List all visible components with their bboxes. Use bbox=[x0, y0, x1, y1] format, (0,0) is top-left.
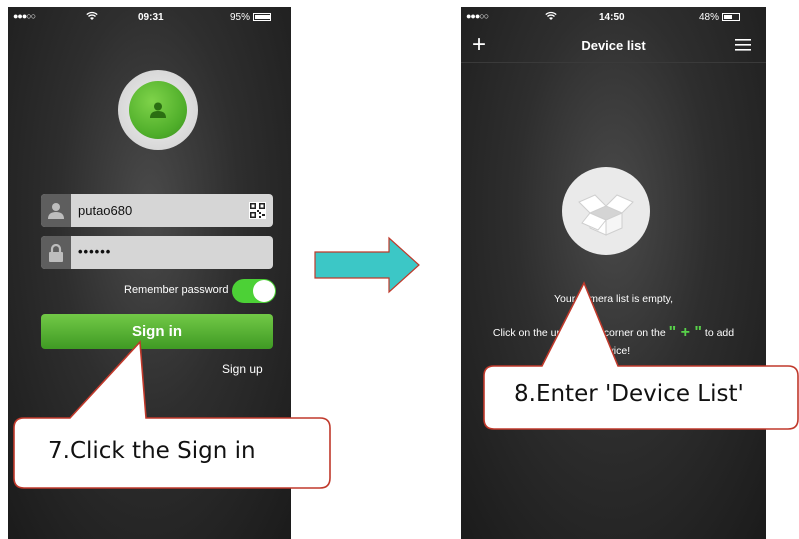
device-list-screen: ●●●○○ 14:50 48% + Device list Your camer… bbox=[461, 7, 766, 539]
battery-icon bbox=[722, 13, 741, 21]
user-icon bbox=[150, 102, 166, 118]
remember-password-toggle[interactable] bbox=[232, 279, 276, 303]
wifi-icon bbox=[86, 11, 98, 24]
wifi-icon bbox=[545, 11, 557, 24]
empty-list-hint-line2: device! bbox=[596, 345, 631, 357]
battery-indicator: 48% bbox=[699, 12, 741, 23]
empty-list-hint: Click on the upper right corner on the "… bbox=[461, 324, 766, 342]
sign-up-link[interactable]: Sign up bbox=[222, 362, 263, 376]
status-bar: ●●●○○ 14:50 48% bbox=[461, 7, 766, 29]
arrow-right-icon bbox=[314, 236, 420, 294]
avatar bbox=[118, 70, 198, 150]
sign-in-button[interactable]: Sign in bbox=[41, 314, 273, 349]
remember-password-label: Remember password bbox=[124, 284, 229, 296]
open-box-icon bbox=[578, 194, 634, 236]
menu-icon[interactable] bbox=[735, 38, 751, 52]
password-field[interactable]: •••••• bbox=[41, 236, 273, 269]
lock-icon bbox=[49, 244, 63, 262]
callout-right-text: 8.Enter 'Device List' bbox=[514, 381, 744, 407]
signal-icon: ●●●○○ bbox=[13, 11, 36, 21]
username-value: putao680 bbox=[78, 203, 133, 218]
hint-prefix: Click on the upper right corner on the bbox=[492, 327, 669, 339]
password-value: •••••• bbox=[78, 244, 112, 259]
qr-code-icon[interactable] bbox=[249, 202, 266, 219]
empty-box-illustration bbox=[562, 167, 650, 255]
battery-indicator: 95% bbox=[230, 12, 272, 23]
navigation-bar: + Device list bbox=[461, 29, 766, 63]
status-time: 09:31 bbox=[138, 12, 164, 23]
hint-suffix: to add bbox=[701, 327, 735, 339]
username-field[interactable]: putao680 bbox=[41, 194, 273, 227]
signal-icon: ●●●○○ bbox=[466, 11, 489, 21]
empty-list-message: Your camera list is empty, bbox=[553, 293, 674, 305]
status-time: 14:50 bbox=[599, 12, 625, 23]
battery-icon bbox=[253, 13, 272, 21]
battery-percent: 48% bbox=[699, 12, 720, 23]
callout-left-text: 7.Click the Sign in bbox=[48, 438, 256, 464]
battery-percent: 95% bbox=[230, 12, 251, 23]
user-icon bbox=[48, 203, 64, 219]
page-title: Device list bbox=[581, 38, 646, 53]
hint-plus: " + " bbox=[668, 324, 702, 341]
status-bar: ●●●○○ 09:31 95% bbox=[8, 7, 291, 29]
